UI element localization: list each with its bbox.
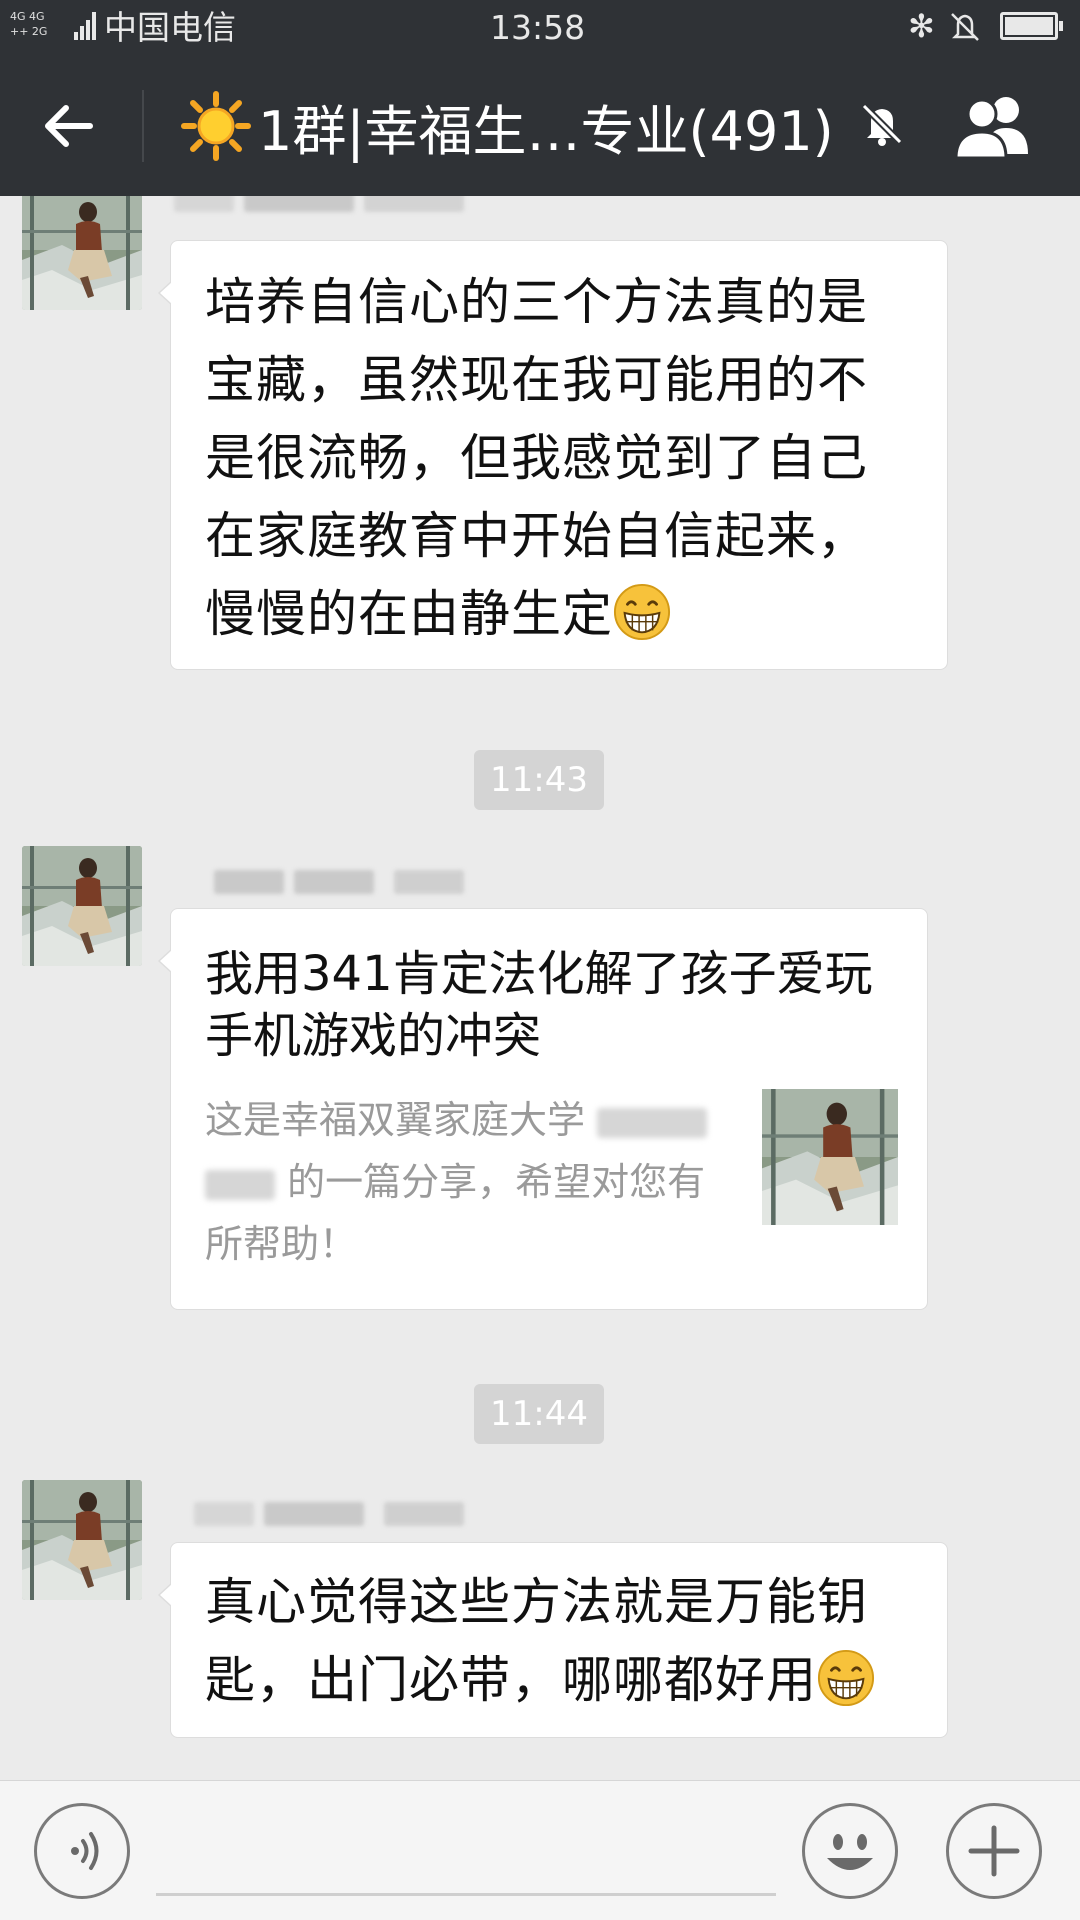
message-bubble[interactable]: 培养自信心的三个方法真的是 宝藏，虽然现在我可能用的不 是很流畅，但我感觉到了自… [158,240,948,670]
avatar-photo [22,846,142,966]
group-name: 1群|幸福生…专业(491) [258,99,834,163]
redacted-text [597,1107,708,1138]
signal-icon [74,12,98,40]
sender-name-redacted [174,870,474,896]
sender-name-redacted [174,1502,474,1528]
group-members-button[interactable] [950,92,1036,162]
battery-icon [1000,12,1063,40]
link-card-desc-line: 所帮助！ [205,1222,358,1266]
smiley-icon [827,1834,873,1870]
grinning-face-icon [817,1649,875,1707]
message-line: 在家庭教育中开始自信起来， [205,507,868,565]
message-line: 培养自信心的三个方法真的是 [205,273,868,331]
emoji-button[interactable] [802,1803,898,1899]
timestamp: 11:43 [474,750,604,810]
message-line: 真心觉得这些方法就是万能钥 [205,1573,868,1631]
clock: 13:58 [490,8,586,47]
link-card-desc-line: 这是幸福双翼家庭大学 [205,1098,586,1142]
sun-icon [181,91,251,161]
avatar[interactable] [22,1480,142,1600]
thumbnail-photo [762,1089,898,1225]
redacted-text [205,1169,275,1200]
avatar-photo [22,196,142,310]
input-bar [0,1780,1080,1920]
status-bar: 4G 4G ++ 2G 中国电信 13:58 ✻ [0,0,1080,56]
avatar[interactable] [22,846,142,966]
voice-wave-icon [71,1832,99,1870]
notification-off-icon [948,10,982,48]
message-text: 培养自信心的三个方法真的是 宝藏，虽然现在我可能用的不 是很流畅，但我感觉到了自… [205,263,925,653]
bluetooth-icon: ✻ [908,7,935,45]
carrier-name: 中国电信 [104,8,236,47]
link-card-description: 这是幸福双翼家庭大学 的一篇分享，希望对您有 所帮助！ [205,1089,765,1275]
back-button[interactable] [40,96,100,156]
message-text: 真心觉得这些方法就是万能钥 匙，出门必带，哪哪都好用 [205,1563,925,1719]
grinning-face-icon [613,583,671,641]
link-card[interactable]: 我用341肯定法化解了孩子爱玩手机游戏的冲突 这是幸福双翼家庭大学 的一篇分享，… [158,908,928,1310]
header-divider [142,90,144,162]
avatar[interactable] [22,196,142,310]
link-card-desc-line: 的一篇分享，希望对您有 [287,1160,706,1204]
message-input[interactable] [156,1893,776,1896]
message-bubble[interactable]: 真心觉得这些方法就是万能钥 匙，出门必带，哪哪都好用 [158,1542,948,1738]
chat-header: 1群|幸福生…专业(491) [0,56,1080,196]
timestamp: 11:44 [474,1384,604,1444]
arrow-left-icon [45,105,93,147]
network-type-icon: 4G 4G ++ 2G [10,9,54,43]
more-button[interactable] [946,1803,1042,1899]
avatar-photo [22,1480,142,1600]
message-line: 是很流畅，但我感觉到了自己 [205,429,868,487]
link-card-thumbnail [762,1089,898,1225]
message-list[interactable]: 培养自信心的三个方法真的是 宝藏，虽然现在我可能用的不 是很流畅，但我感觉到了自… [0,196,1080,1780]
sender-name-redacted [174,196,464,214]
group-members-icon [954,97,1028,160]
message-line: 宝藏，虽然现在我可能用的不 [205,351,868,409]
plus-icon [968,1825,1020,1877]
voice-button[interactable] [34,1803,130,1899]
bell-off-icon [858,100,906,152]
network-type-label-2: ++ 2G [10,25,48,38]
chat-title[interactable]: 1群|幸福生…专业(491) [180,88,834,164]
link-card-title: 我用341肯定法化解了孩子爱玩手机游戏的冲突 [205,946,873,1064]
message-line: 匙，出门必带，哪哪都好用 [205,1651,817,1709]
network-type-label: 4G 4G [10,10,45,23]
message-line: 慢慢的在由静生定 [205,585,613,643]
